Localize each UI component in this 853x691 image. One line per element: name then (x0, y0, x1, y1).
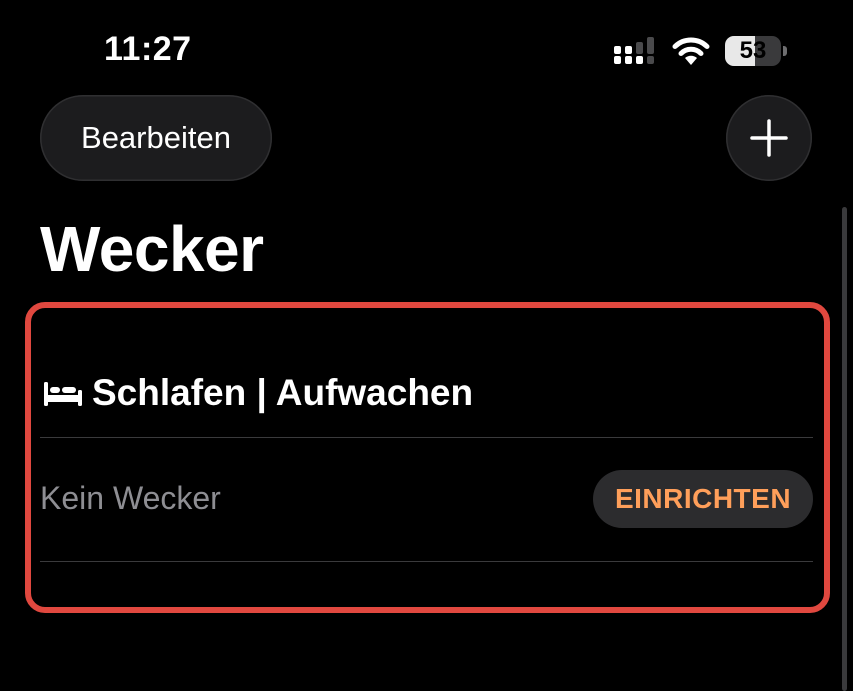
add-alarm-button[interactable] (726, 95, 812, 181)
page-title: Wecker (40, 213, 264, 285)
edit-button[interactable]: Bearbeiten (40, 95, 272, 181)
sleep-wake-header: Schlafen | Aufwachen (42, 368, 473, 418)
sleep-wake-title: Schlafen | Aufwachen (92, 372, 474, 413)
highlight-frame (25, 302, 830, 613)
battery-body: 53 (725, 36, 781, 66)
wifi-icon (672, 37, 710, 65)
no-alarm-label: Kein Wecker (40, 480, 221, 516)
section-divider (40, 437, 813, 438)
section-divider (40, 561, 813, 562)
battery-percent: 53 (739, 37, 767, 64)
battery-nub (783, 46, 787, 56)
scrollbar[interactable] (842, 207, 847, 691)
status-bar-time: 11:27 (104, 30, 192, 68)
setup-button[interactable]: EINRICHTEN (593, 470, 813, 528)
battery-indicator: 53 (725, 36, 789, 66)
cellular-signal-icon (614, 37, 654, 64)
plus-icon (750, 119, 788, 157)
bed-icon (44, 382, 82, 406)
